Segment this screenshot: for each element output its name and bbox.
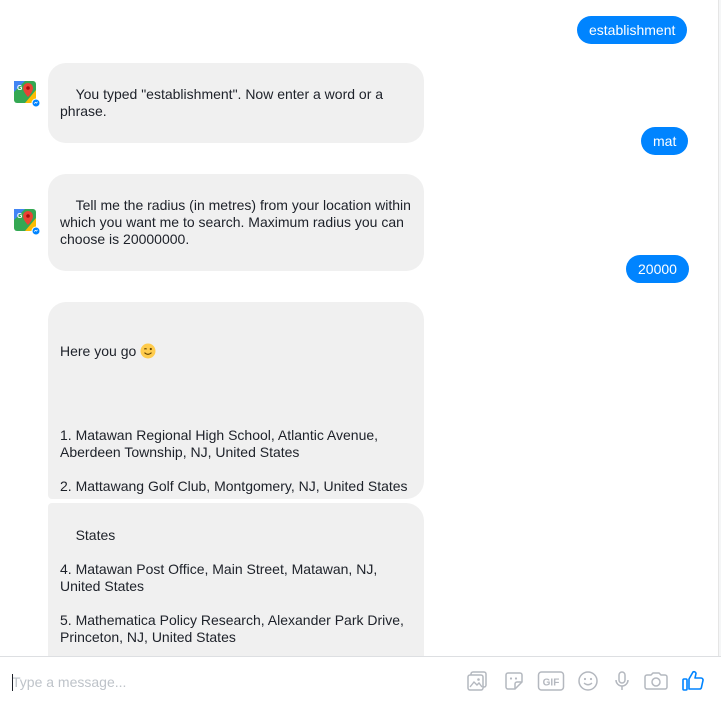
like-button[interactable] <box>681 669 705 693</box>
image-icon <box>467 671 487 691</box>
smiley-icon <box>578 671 598 691</box>
message-input[interactable] <box>12 671 442 693</box>
outgoing-message: mat <box>641 127 689 155</box>
outgoing-message: establishment <box>577 16 688 44</box>
outgoing-message: 20000 <box>626 255 689 283</box>
message-text: You typed "establishment". Now enter a w… <box>60 86 387 119</box>
message-text: 20000 <box>638 261 677 277</box>
incoming-message: You typed "establishment". Now enter a w… <box>48 63 424 143</box>
conversation-thread[interactable]: establishment G You typed "establishment… <box>0 0 718 656</box>
message-composer: GIF <box>0 656 721 705</box>
message-text: States 4. Matawan Post Office, Main Stre… <box>60 527 404 645</box>
message-text: mat <box>653 133 677 149</box>
winking-face-icon <box>140 343 156 359</box>
photo-button[interactable] <box>465 669 489 693</box>
google-maps-bot-avatar[interactable]: G <box>13 208 41 236</box>
svg-text:G: G <box>17 85 23 92</box>
message-text: Tell me the radius (in metres) from your… <box>60 197 415 247</box>
microphone-icon <box>615 671 629 690</box>
incoming-message: Tell me the radius (in metres) from your… <box>48 174 424 271</box>
gif-label: GIF <box>543 678 560 689</box>
google-maps-bot-avatar[interactable]: G <box>13 80 41 108</box>
message-text: Here you go <box>60 343 137 359</box>
incoming-message: States 4. Matawan Post Office, Main Stre… <box>48 503 424 656</box>
gif-button[interactable]: GIF <box>537 669 565 693</box>
incoming-message: Here you go 1. Matawan Regional High Sch… <box>48 302 424 545</box>
sticker-icon <box>505 672 523 690</box>
sticker-button[interactable] <box>502 669 526 693</box>
thumbs-up-icon <box>682 670 704 691</box>
svg-text:G: G <box>17 213 23 220</box>
camera-icon <box>644 672 668 690</box>
voice-clip-button[interactable] <box>610 669 634 693</box>
gif-icon: GIF <box>537 671 565 691</box>
camera-button[interactable] <box>643 669 669 693</box>
text-cursor <box>12 674 13 691</box>
message-text: establishment <box>589 22 676 38</box>
emoji-button[interactable] <box>576 669 600 693</box>
